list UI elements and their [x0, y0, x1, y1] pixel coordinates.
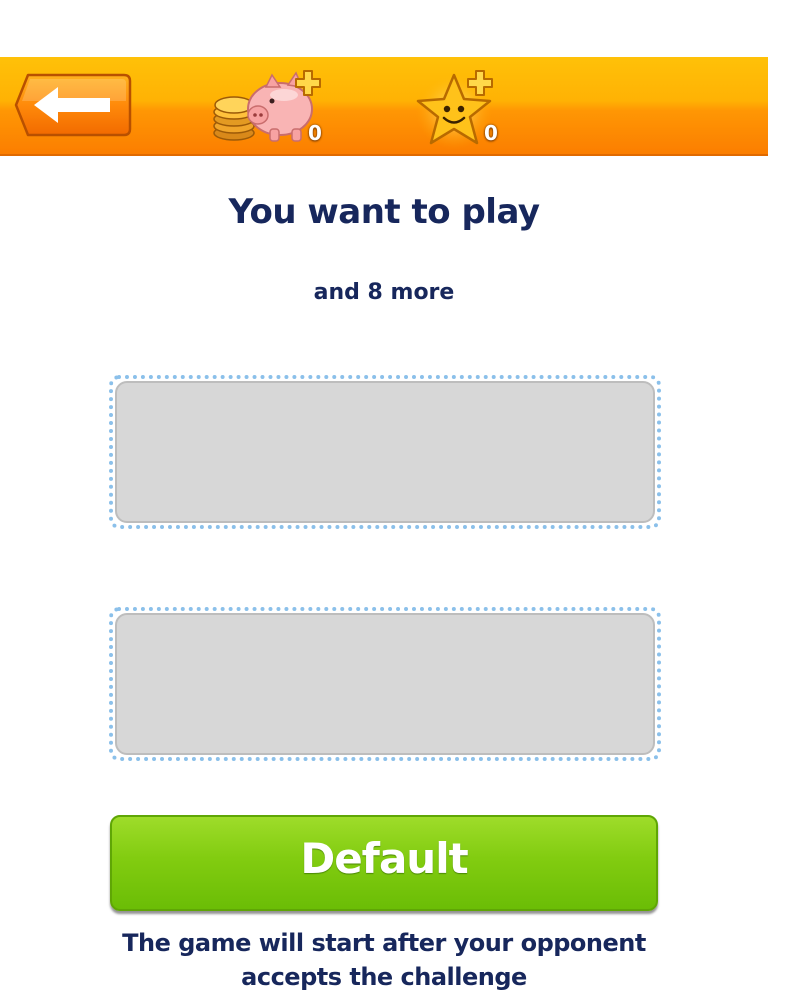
top-bar: 0 0	[0, 57, 768, 156]
page-title: You want to play	[228, 192, 540, 232]
stars-counter[interactable]: 0	[412, 65, 512, 149]
game-slot-1[interactable]	[109, 375, 661, 529]
challenge-info-text: The game will start after your opponent …	[122, 929, 646, 991]
coins-count: 0	[308, 121, 322, 145]
stars-count: 0	[484, 121, 498, 145]
left-arrow-icon	[14, 73, 132, 137]
game-slot-placeholder	[115, 381, 655, 523]
players-count-text: and 8 more	[313, 280, 455, 305]
game-slot-2[interactable]	[109, 607, 661, 761]
default-button[interactable]: Default	[110, 815, 658, 911]
coins-counter[interactable]: 0	[210, 65, 330, 149]
game-slot-placeholder	[115, 613, 655, 755]
default-button-label: Default	[300, 834, 468, 883]
back-button[interactable]	[14, 73, 132, 137]
